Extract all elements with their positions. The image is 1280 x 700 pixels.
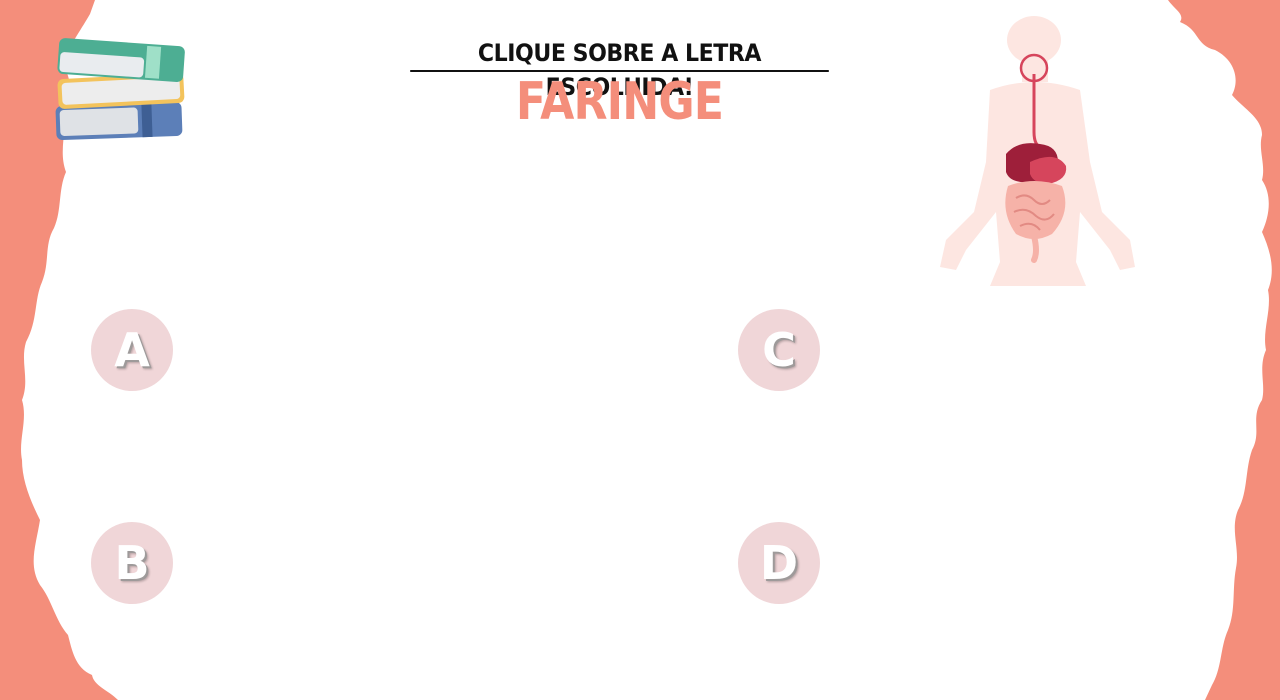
option-d-button[interactable]: D <box>738 522 820 604</box>
option-a-letter: A <box>114 323 150 377</box>
digestive-system-icon <box>940 16 1135 286</box>
books-icon <box>55 38 185 141</box>
option-b-letter: B <box>114 536 150 590</box>
option-c-button[interactable]: C <box>738 309 820 391</box>
topic-title: FARINGE <box>515 72 724 132</box>
option-b-button[interactable]: B <box>91 522 173 604</box>
option-a-button[interactable]: A <box>91 309 173 391</box>
option-d-letter: D <box>759 536 799 590</box>
option-c-letter: C <box>762 323 796 377</box>
instruction-heading: CLIQUE SOBRE A LETRA ESCOLHIDA! <box>410 36 829 101</box>
